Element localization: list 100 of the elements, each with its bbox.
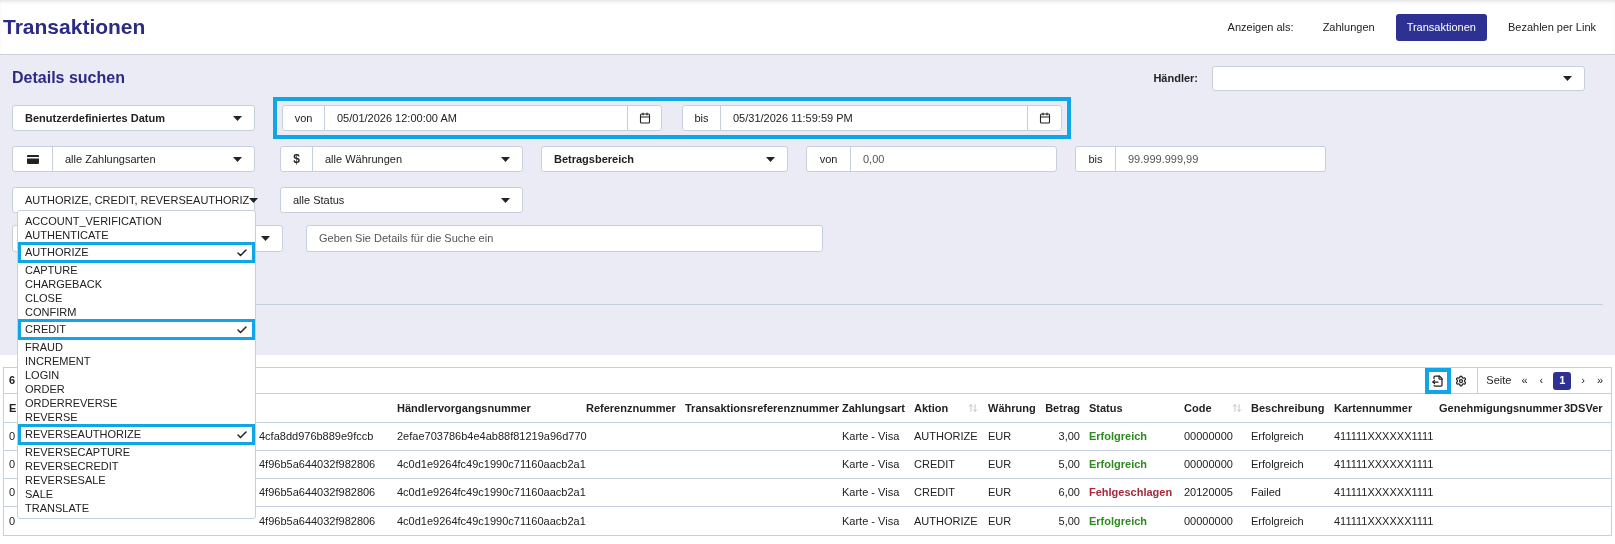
- field-label: von: [807, 147, 851, 171]
- menu-item[interactable]: TRANSLATE: [18, 501, 255, 515]
- page-title: Transaktionen: [3, 14, 146, 41]
- date-to-field[interactable]: bis 05/31/2026 11:59:59 PM: [682, 105, 1062, 131]
- table-cell-text: Karte - Visa: [842, 513, 900, 529]
- view-tab[interactable]: Bezahlen per Link: [1496, 13, 1607, 41]
- view-label: Anzeigen als:: [1227, 19, 1294, 35]
- amount-to-field[interactable]: bis 99.999.999,99: [1075, 146, 1326, 172]
- table-cell-text: 3,00: [1058, 429, 1080, 445]
- menu-item[interactable]: REVERSEAUTHORIZE: [18, 424, 255, 445]
- amount-from-field[interactable]: von 0,00: [806, 146, 1057, 172]
- merchant-label: Händler:: [1153, 70, 1198, 86]
- table-cell-text: 0: [9, 485, 16, 501]
- table-cell-text: 411111XXXXXX1111: [1334, 485, 1434, 501]
- page-label: Seite: [1486, 373, 1512, 389]
- table-cell-text: 4f96b5a644032f982806: [259, 485, 376, 501]
- table-cell-text: CREDIT: [914, 485, 955, 501]
- menu-item[interactable]: REVERSE: [18, 410, 255, 424]
- menu-item[interactable]: ORDERREVERSE: [18, 396, 255, 410]
- table-cell-text: 20120005: [1184, 485, 1233, 501]
- table-cell-text: Erfolgreich: [1251, 513, 1304, 529]
- status-text: Erfolgreich: [1089, 513, 1148, 529]
- table-cell-text: AUTHORIZE: [914, 429, 978, 445]
- section-title: Details suchen: [12, 68, 125, 88]
- menu-item[interactable]: ORDER: [18, 382, 255, 396]
- caret-icon: [1563, 75, 1572, 81]
- table-cell-text: 00000000: [1184, 457, 1233, 473]
- table-cell-text: 5,00: [1058, 457, 1080, 473]
- table-cell-text: EUR: [988, 513, 1012, 529]
- date-preset-select[interactable]: Benutzerdefiniertes Datum: [12, 105, 255, 131]
- check-icon: [236, 428, 248, 441]
- settings-icon[interactable]: [1455, 374, 1468, 387]
- field-label: bis: [1076, 147, 1116, 171]
- credit-card-icon: [26, 154, 39, 164]
- menu-item[interactable]: AUTHENTICATE: [18, 228, 255, 242]
- table-cell-text: 0: [9, 457, 16, 473]
- menu-item[interactable]: CHARGEBACK: [18, 277, 255, 291]
- menu-item[interactable]: FRAUD: [18, 340, 255, 354]
- menu-item[interactable]: REVERSESALE: [18, 473, 255, 487]
- menu-item[interactable]: CONFIRM: [18, 305, 255, 319]
- table-cell-text: 00000000: [1184, 429, 1233, 445]
- column-header: Genehmigungsnummer: [1439, 400, 1563, 416]
- action-select[interactable]: AUTHORIZE, CREDIT, REVERSEAUTHORIZ: [12, 187, 255, 213]
- menu-item[interactable]: ACCOUNT_VERIFICATION: [18, 214, 255, 228]
- previous-page-button[interactable]: ‹: [1537, 372, 1546, 389]
- first-page-button[interactable]: «: [1519, 372, 1530, 389]
- caret-icon: [501, 197, 510, 203]
- menu-item[interactable]: CAPTURE: [18, 263, 255, 277]
- currency-select[interactable]: $ alle Währungen: [280, 146, 523, 172]
- export-icon[interactable]: [1432, 374, 1445, 387]
- menu-item[interactable]: REVERSECREDIT: [18, 459, 255, 473]
- column-header: Händlervorgangsnummer: [397, 400, 531, 416]
- menu-item[interactable]: CREDIT: [18, 319, 255, 340]
- status-select[interactable]: alle Status: [280, 187, 523, 213]
- field-value: 05/31/2026 11:59:59 PM: [732, 110, 854, 126]
- view-tab[interactable]: Transaktionen: [1395, 13, 1487, 41]
- table-cell-text: 5,00: [1058, 513, 1080, 529]
- menu-item[interactable]: CLOSE: [18, 291, 255, 305]
- table-cell-text: CREDIT: [914, 457, 955, 473]
- view-tab[interactable]: Zahlungen: [1311, 13, 1386, 41]
- column-header: Zahlungsart: [842, 400, 905, 416]
- column-header: Aktion: [914, 400, 949, 416]
- table-cell-text: 411111XXXXXX1111: [1334, 429, 1434, 445]
- table-cell-text: 4c0d1e9264fc49c1990c71160aacb2a1: [397, 485, 586, 501]
- column-header: Beschreibung: [1251, 400, 1325, 416]
- column-header: Transaktionsreferenznummer: [685, 400, 840, 416]
- menu-item[interactable]: SALE: [18, 487, 255, 501]
- table-cell-text: Karte - Visa: [842, 457, 900, 473]
- table-cell-text: 4f96b5a644032f982806: [259, 457, 376, 473]
- menu-item[interactable]: INCREMENT: [18, 354, 255, 368]
- table-cell-text: 4cfa8dd976b889e9fccb: [259, 429, 374, 445]
- table-cell-text: Erfolgreich: [1251, 457, 1304, 473]
- table-cell-text: AUTHORIZE: [914, 513, 978, 529]
- field-value: 05/01/2026 12:00:00 AM: [336, 110, 458, 126]
- caret-icon: [261, 236, 270, 241]
- table-cell-text: 2efae703786b4e4ab88f81219a96d770: [397, 429, 587, 445]
- column-header: Referenznummer: [586, 400, 676, 416]
- field-value: 0,00: [862, 151, 886, 167]
- payment-type-select[interactable]: alle Zahlungsarten: [12, 146, 255, 172]
- check-icon: [236, 323, 248, 336]
- page-button[interactable]: 1: [1553, 371, 1572, 390]
- last-page-button[interactable]: »: [1594, 372, 1605, 389]
- search-field[interactable]: Geben Sie Details für die Suche ein: [306, 225, 823, 252]
- caret-icon: [233, 156, 242, 162]
- caret-icon: [501, 156, 510, 162]
- menu-item[interactable]: REVERSECAPTURE: [18, 445, 255, 459]
- check-icon: [236, 246, 248, 259]
- calendar-icon[interactable]: [638, 112, 651, 124]
- status-text: Fehlgeschlagen: [1089, 485, 1173, 501]
- amount-range-select[interactable]: Betragsbereich: [541, 146, 788, 172]
- calendar-icon[interactable]: [1038, 112, 1051, 124]
- table-cell-text: 4c0d1e9264fc49c1990c71160aacb2a1: [397, 457, 586, 473]
- column-header: Status: [1089, 400, 1123, 416]
- menu-item[interactable]: LOGIN: [18, 368, 255, 382]
- date-from-field[interactable]: von 05/01/2026 12:00:00 AM: [282, 105, 662, 131]
- column-header: Betrag: [1045, 400, 1080, 416]
- table-cell-text: EUR: [988, 429, 1012, 445]
- next-page-button[interactable]: ›: [1579, 372, 1587, 389]
- table-cell-text: EUR: [988, 457, 1012, 473]
- menu-item[interactable]: AUTHORIZE: [18, 242, 255, 263]
